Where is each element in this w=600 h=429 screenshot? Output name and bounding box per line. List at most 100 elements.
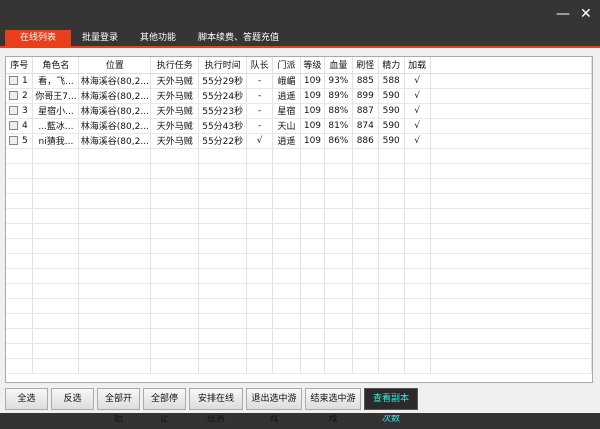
table-cell	[404, 358, 431, 374]
column-header[interactable]: 执行任务	[150, 57, 200, 74]
table-cell	[378, 253, 405, 269]
schedule-online-task-button[interactable]: 安排在线任务	[189, 388, 243, 424]
row-checkbox[interactable]	[9, 75, 18, 85]
table-cell: 你哥王7...	[32, 88, 80, 104]
view-dungeon-count-button[interactable]: 查看副本次数	[364, 388, 418, 424]
column-header[interactable]: 队长	[246, 57, 274, 74]
tab-batch-login[interactable]: 批量登录	[71, 30, 129, 46]
table-cell	[272, 268, 301, 284]
tab-renew-recharge[interactable]: 脚本续费、答题充值	[187, 30, 290, 46]
table-cell	[324, 343, 353, 359]
row-index: 2	[22, 90, 28, 101]
table-cell	[352, 163, 379, 179]
table-cell	[300, 208, 325, 224]
table-cell: 4	[6, 118, 34, 134]
table-cell	[150, 358, 200, 374]
table-cell	[150, 208, 200, 224]
table-cell	[300, 253, 325, 269]
table-cell	[6, 313, 34, 329]
table-row[interactable]: 5 ni猜我... 林海溪谷(80,2... 天外马贼 55分22秒 √ 逍遥 109 86% 8…	[6, 133, 592, 149]
table-cell: 874	[352, 118, 379, 134]
table-cell: 590	[378, 103, 405, 119]
table-cell	[6, 283, 34, 299]
table-row[interactable]: 3 星宿小... 林海溪谷(80,2... 天外马贼 55分23秒 - 星宿 109 88% 88…	[6, 103, 592, 119]
table-cell	[430, 328, 592, 344]
table-cell	[6, 163, 34, 179]
table-cell	[430, 268, 592, 284]
table-cell	[378, 193, 405, 209]
table-cell	[324, 148, 353, 164]
table-cell: 55分22秒	[198, 133, 248, 149]
close-button[interactable]: ✕	[580, 6, 592, 22]
table-cell: 5	[6, 133, 34, 149]
table-cell	[300, 298, 325, 314]
row-checkbox[interactable]	[9, 90, 18, 100]
table-cell	[430, 193, 592, 209]
table-cell	[32, 163, 80, 179]
table-cell	[352, 253, 379, 269]
table-row[interactable]: 1 看，飞... 林海溪谷(80,2... 天外马贼 55分29秒 - 峨嵋 109 93% 88…	[6, 73, 592, 89]
tab-online-list[interactable]: 在线列表	[5, 30, 72, 46]
table-row[interactable]: 2 你哥王7... 林海溪谷(80,2... 天外马贼 55分24秒 - 逍遥 109 89% 8…	[6, 88, 592, 104]
table-cell	[78, 313, 152, 329]
table-cell	[430, 73, 592, 89]
table-cell	[198, 238, 248, 254]
table-cell: 89%	[324, 88, 353, 104]
table-cell: 93%	[324, 73, 353, 89]
table-cell	[430, 238, 592, 254]
column-header[interactable]: 血量	[324, 57, 353, 74]
table-cell: 1	[6, 73, 34, 89]
table-cell: 看，飞...	[32, 73, 80, 89]
table-cell	[378, 268, 405, 284]
table-cell	[150, 238, 200, 254]
column-header[interactable]: 序号	[6, 57, 34, 74]
table-cell: 588	[378, 73, 405, 89]
minimize-button[interactable]: —	[556, 6, 570, 22]
table-cell: 天外马贼	[150, 73, 200, 89]
table-cell	[6, 178, 34, 194]
table-cell	[378, 163, 405, 179]
table-cell	[198, 178, 248, 194]
table-cell	[378, 283, 405, 299]
row-checkbox[interactable]	[9, 120, 18, 130]
table-cell	[32, 148, 80, 164]
table-cell	[404, 238, 431, 254]
table-cell	[378, 238, 405, 254]
table-cell	[272, 253, 301, 269]
table-row	[6, 253, 592, 269]
column-header[interactable]: 执行时间	[198, 57, 248, 74]
end-selected-game-button[interactable]: 结束选中游戏	[305, 388, 361, 424]
table-cell: 天外马贼	[150, 118, 200, 134]
table-cell	[324, 193, 353, 209]
row-checkbox[interactable]	[9, 105, 18, 115]
table-cell	[246, 283, 274, 299]
column-header[interactable]: 角色名	[32, 57, 80, 74]
start-all-button[interactable]: 全部开始	[97, 388, 140, 424]
stop-all-button[interactable]: 全部停止	[143, 388, 186, 424]
invert-selection-button[interactable]: 反选	[51, 388, 94, 410]
table-row	[6, 208, 592, 224]
table-cell	[198, 298, 248, 314]
table-cell	[78, 358, 152, 374]
tab-other-functions[interactable]: 其他功能	[129, 30, 187, 46]
table-cell	[404, 268, 431, 284]
tab-bar: 在线列表 批量登录 其他功能 脚本续费、答题充值	[0, 30, 600, 46]
table-cell: 590	[378, 133, 405, 149]
table-cell	[78, 328, 152, 344]
table-cell	[272, 193, 301, 209]
column-header[interactable]: 精力	[378, 57, 405, 74]
column-header[interactable]: 刷怪	[352, 57, 379, 74]
select-all-button[interactable]: 全选	[5, 388, 48, 410]
column-header[interactable]: 门派	[272, 57, 301, 74]
column-header[interactable]: 等级	[300, 57, 325, 74]
online-list-table[interactable]: 序号 角色名 位置 执行任务 执行时间 队长 门派 等级 血量 刷怪 精力 加载 1 看，飞... 林海溪…	[5, 56, 593, 383]
exit-selected-game-button[interactable]: 退出选中游戏	[246, 388, 302, 424]
row-index: 1	[22, 75, 28, 86]
table-cell: 109	[300, 118, 325, 134]
column-header[interactable]: 加载	[404, 57, 431, 74]
row-checkbox[interactable]	[9, 135, 18, 145]
table-row[interactable]: 4 ...藍冰... 林海溪谷(80,2... 天外马贼 55分43秒 - 天山 109 81%…	[6, 118, 592, 134]
table-row	[6, 298, 592, 314]
column-header[interactable]: 位置	[78, 57, 152, 74]
table-cell	[32, 313, 80, 329]
